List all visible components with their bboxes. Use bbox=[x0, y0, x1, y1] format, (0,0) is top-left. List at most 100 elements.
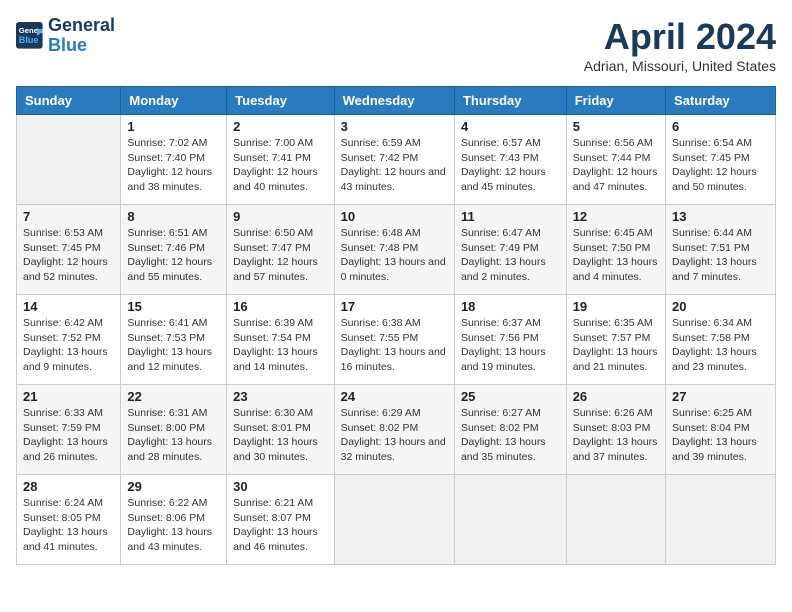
day-info: Sunrise: 6:53 AMSunset: 7:45 PMDaylight:… bbox=[23, 226, 114, 285]
day-number: 4 bbox=[461, 119, 560, 134]
calendar-cell: 10 Sunrise: 6:48 AMSunset: 7:48 PMDayligh… bbox=[334, 205, 454, 295]
day-number: 7 bbox=[23, 209, 114, 224]
day-info: Sunrise: 6:37 AMSunset: 7:56 PMDaylight:… bbox=[461, 316, 560, 375]
day-number: 17 bbox=[341, 299, 448, 314]
day-number: 24 bbox=[341, 389, 448, 404]
day-number: 16 bbox=[233, 299, 327, 314]
calendar-cell: 16 Sunrise: 6:39 AMSunset: 7:54 PMDayligh… bbox=[227, 295, 334, 385]
day-number: 15 bbox=[127, 299, 220, 314]
calendar-cell: 11 Sunrise: 6:47 AMSunset: 7:49 PMDayligh… bbox=[454, 205, 566, 295]
calendar-cell: 26Sunrise: 6:26 AMSunset: 8:03 PMDayligh… bbox=[566, 385, 665, 475]
day-info: Sunrise: 6:39 AMSunset: 7:54 PMDaylight:… bbox=[233, 316, 327, 375]
day-number: 28 bbox=[23, 479, 114, 494]
day-info: Sunrise: 6:33 AMSunset: 7:59 PMDaylight:… bbox=[23, 406, 114, 465]
weekday-header-thursday: Thursday bbox=[454, 87, 566, 115]
day-info: Sunrise: 6:56 AMSunset: 7:44 PMDaylight:… bbox=[573, 136, 659, 195]
calendar-cell: 23 Sunrise: 6:30 AMSunset: 8:01 PMDayligh… bbox=[227, 385, 334, 475]
day-info: Sunrise: 6:29 AMSunset: 8:02 PMDaylight:… bbox=[341, 406, 448, 465]
day-info: Sunrise: 6:48 AMSunset: 7:48 PMDaylight:… bbox=[341, 226, 448, 285]
svg-text:Blue: Blue bbox=[19, 35, 39, 45]
calendar-cell: 24 Sunrise: 6:29 AMSunset: 8:02 PMDayligh… bbox=[334, 385, 454, 475]
calendar-cell bbox=[17, 115, 121, 205]
day-number: 1 bbox=[127, 119, 220, 134]
calendar-cell: 8 Sunrise: 6:51 AMSunset: 7:46 PMDaylight… bbox=[121, 205, 227, 295]
calendar-cell: 12 Sunrise: 6:45 AMSunset: 7:50 PMDayligh… bbox=[566, 205, 665, 295]
day-info: Sunrise: 6:45 AMSunset: 7:50 PMDaylight:… bbox=[573, 226, 659, 285]
day-info: Sunrise: 7:02 AMSunset: 7:40 PMDaylight:… bbox=[127, 136, 220, 195]
day-number: 9 bbox=[233, 209, 327, 224]
day-info: Sunrise: 6:51 AMSunset: 7:46 PMDaylight:… bbox=[127, 226, 220, 285]
calendar-cell bbox=[666, 475, 776, 565]
calendar-cell: 20Sunrise: 6:34 AMSunset: 7:58 PMDayligh… bbox=[666, 295, 776, 385]
day-number: 30 bbox=[233, 479, 327, 494]
calendar-cell: 17 Sunrise: 6:38 AMSunset: 7:55 PMDayligh… bbox=[334, 295, 454, 385]
logo: General Blue General Blue bbox=[16, 16, 115, 56]
calendar-cell: 27 Sunrise: 6:25 AMSunset: 8:04 PMDayligh… bbox=[666, 385, 776, 475]
calendar-cell: 2Sunrise: 7:00 AMSunset: 7:41 PMDaylight… bbox=[227, 115, 334, 205]
week-row-1: 1 Sunrise: 7:02 AMSunset: 7:40 PMDaylight… bbox=[17, 115, 776, 205]
calendar-cell bbox=[454, 475, 566, 565]
day-info: Sunrise: 6:21 AMSunset: 8:07 PMDaylight:… bbox=[233, 496, 327, 555]
logo-icon: General Blue bbox=[16, 22, 44, 50]
day-number: 27 bbox=[672, 389, 769, 404]
day-number: 19 bbox=[573, 299, 659, 314]
day-number: 14 bbox=[23, 299, 114, 314]
day-info: Sunrise: 6:26 AMSunset: 8:03 PMDaylight:… bbox=[573, 406, 659, 465]
day-number: 20 bbox=[672, 299, 769, 314]
day-number: 23 bbox=[233, 389, 327, 404]
day-info: Sunrise: 6:25 AMSunset: 8:04 PMDaylight:… bbox=[672, 406, 769, 465]
day-info: Sunrise: 6:41 AMSunset: 7:53 PMDaylight:… bbox=[127, 316, 220, 375]
week-row-2: 7 Sunrise: 6:53 AMSunset: 7:45 PMDaylight… bbox=[17, 205, 776, 295]
day-info: Sunrise: 7:00 AMSunset: 7:41 PMDaylight:… bbox=[233, 136, 327, 195]
day-info: Sunrise: 6:59 AMSunset: 7:42 PMDaylight:… bbox=[341, 136, 448, 195]
weekday-header-monday: Monday bbox=[121, 87, 227, 115]
month-title: April 2024 bbox=[584, 16, 776, 58]
calendar-cell bbox=[566, 475, 665, 565]
day-number: 5 bbox=[573, 119, 659, 134]
day-info: Sunrise: 6:27 AMSunset: 8:02 PMDaylight:… bbox=[461, 406, 560, 465]
day-number: 3 bbox=[341, 119, 448, 134]
page-header: General Blue General Blue April 2024 Adr… bbox=[16, 16, 776, 74]
calendar-cell bbox=[334, 475, 454, 565]
day-info: Sunrise: 6:44 AMSunset: 7:51 PMDaylight:… bbox=[672, 226, 769, 285]
day-info: Sunrise: 6:57 AMSunset: 7:43 PMDaylight:… bbox=[461, 136, 560, 195]
calendar-cell: 25 Sunrise: 6:27 AMSunset: 8:02 PMDayligh… bbox=[454, 385, 566, 475]
title-block: April 2024 Adrian, Missouri, United Stat… bbox=[584, 16, 776, 74]
weekday-header-friday: Friday bbox=[566, 87, 665, 115]
day-number: 6 bbox=[672, 119, 769, 134]
location: Adrian, Missouri, United States bbox=[584, 58, 776, 74]
week-row-5: 28Sunrise: 6:24 AMSunset: 8:05 PMDayligh… bbox=[17, 475, 776, 565]
day-info: Sunrise: 6:47 AMSunset: 7:49 PMDaylight:… bbox=[461, 226, 560, 285]
day-info: Sunrise: 6:42 AMSunset: 7:52 PMDaylight:… bbox=[23, 316, 114, 375]
calendar-cell: 21 Sunrise: 6:33 AMSunset: 7:59 PMDayligh… bbox=[17, 385, 121, 475]
calendar-cell: 5 Sunrise: 6:56 AMSunset: 7:44 PMDaylight… bbox=[566, 115, 665, 205]
calendar-table: SundayMondayTuesdayWednesdayThursdayFrid… bbox=[16, 86, 776, 565]
day-number: 25 bbox=[461, 389, 560, 404]
calendar-cell: 7 Sunrise: 6:53 AMSunset: 7:45 PMDaylight… bbox=[17, 205, 121, 295]
day-number: 8 bbox=[127, 209, 220, 224]
calendar-cell: 22Sunrise: 6:31 AMSunset: 8:00 PMDayligh… bbox=[121, 385, 227, 475]
day-info: Sunrise: 6:35 AMSunset: 7:57 PMDaylight:… bbox=[573, 316, 659, 375]
calendar-cell: 29 Sunrise: 6:22 AMSunset: 8:06 PMDayligh… bbox=[121, 475, 227, 565]
weekday-header-row: SundayMondayTuesdayWednesdayThursdayFrid… bbox=[17, 87, 776, 115]
calendar-cell: 4 Sunrise: 6:57 AMSunset: 7:43 PMDaylight… bbox=[454, 115, 566, 205]
calendar-cell: 13Sunrise: 6:44 AMSunset: 7:51 PMDayligh… bbox=[666, 205, 776, 295]
calendar-cell: 30 Sunrise: 6:21 AMSunset: 8:07 PMDayligh… bbox=[227, 475, 334, 565]
day-number: 10 bbox=[341, 209, 448, 224]
calendar-cell: 18 Sunrise: 6:37 AMSunset: 7:56 PMDayligh… bbox=[454, 295, 566, 385]
logo-text: General Blue bbox=[48, 16, 115, 56]
day-number: 12 bbox=[573, 209, 659, 224]
day-number: 21 bbox=[23, 389, 114, 404]
day-number: 11 bbox=[461, 209, 560, 224]
day-number: 29 bbox=[127, 479, 220, 494]
day-info: Sunrise: 6:30 AMSunset: 8:01 PMDaylight:… bbox=[233, 406, 327, 465]
calendar-cell: 9Sunrise: 6:50 AMSunset: 7:47 PMDaylight… bbox=[227, 205, 334, 295]
weekday-header-saturday: Saturday bbox=[666, 87, 776, 115]
week-row-4: 21 Sunrise: 6:33 AMSunset: 7:59 PMDayligh… bbox=[17, 385, 776, 475]
day-number: 18 bbox=[461, 299, 560, 314]
day-info: Sunrise: 6:22 AMSunset: 8:06 PMDaylight:… bbox=[127, 496, 220, 555]
week-row-3: 14 Sunrise: 6:42 AMSunset: 7:52 PMDayligh… bbox=[17, 295, 776, 385]
calendar-cell: 28Sunrise: 6:24 AMSunset: 8:05 PMDayligh… bbox=[17, 475, 121, 565]
day-info: Sunrise: 6:38 AMSunset: 7:55 PMDaylight:… bbox=[341, 316, 448, 375]
calendar-cell: 1 Sunrise: 7:02 AMSunset: 7:40 PMDaylight… bbox=[121, 115, 227, 205]
